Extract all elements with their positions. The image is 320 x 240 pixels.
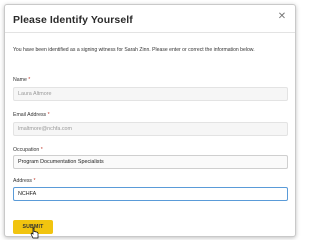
- name-label-text: Name: [13, 77, 27, 83]
- intro-text: You have been identified as a signing wi…: [13, 47, 255, 53]
- required-mark: *: [33, 178, 36, 184]
- email-field[interactable]: lmaltmore@nchfa.com: [13, 122, 288, 136]
- occupation-label: Occupation *: [13, 147, 43, 153]
- dialog-header: Please Identify Yourself ✕: [5, 5, 295, 33]
- occupation-label-text: Occupation: [13, 147, 40, 153]
- address-field[interactable]: NCHFA: [13, 187, 288, 201]
- occupation-field[interactable]: Program Documentation Specialists: [13, 155, 288, 169]
- identify-dialog: Please Identify Yourself ✕ You have been…: [4, 4, 296, 239]
- required-mark: *: [40, 147, 43, 153]
- email-label: Email Address *: [13, 112, 50, 118]
- name-field[interactable]: Laura Altmore: [13, 87, 288, 101]
- address-label: Address *: [13, 178, 36, 184]
- required-mark: *: [47, 112, 50, 118]
- hand-cursor-icon: [30, 227, 39, 239]
- close-icon[interactable]: ✕: [277, 12, 287, 22]
- dialog-title: Please Identify Yourself: [13, 14, 133, 26]
- required-mark: *: [28, 77, 31, 83]
- name-label: Name *: [13, 77, 30, 83]
- address-label-text: Address: [13, 178, 33, 184]
- email-label-text: Email Address: [13, 112, 47, 118]
